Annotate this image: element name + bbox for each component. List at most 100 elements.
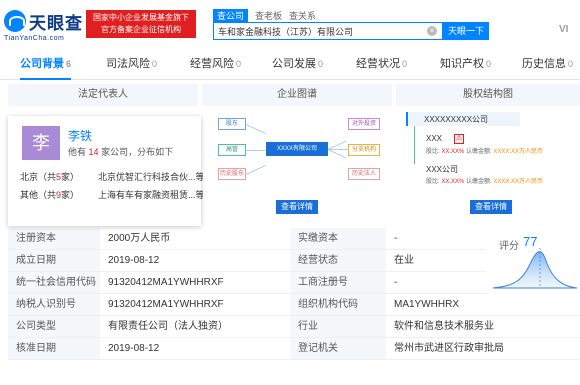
summary-suffix: 家公司，分布如下 — [101, 147, 174, 157]
map-view-detail-button[interactable]: 查看详情 — [276, 200, 318, 214]
tab-label: 公司发展 — [272, 58, 316, 70]
tab-search-company[interactable]: 查公司 — [213, 9, 249, 23]
tab-label: 经营风险 — [190, 58, 234, 70]
header: 天眼查 TianYanCha.com 国家中小企业发展基金旗下 官方备案企业征信… — [0, 0, 580, 50]
company-map-panel: 企业图谱 股东 高管 历史股东 XXXX有限公司 对外投资 分支机构 历史法人 … — [202, 84, 392, 226]
equity-panel: 股权结构图 XXXXXXXXX公司 XXX ⚠ 股比: XX.XX% 认缴金额:… — [396, 84, 580, 226]
map-node-center: XXXX有限公司 — [266, 142, 328, 156]
region-suffix: 家） — [61, 172, 80, 182]
tab-label: 知识产权 — [440, 58, 484, 70]
equity-holder-1: XXX — [426, 134, 443, 143]
label-business-status: 经营状态 — [290, 250, 386, 272]
label-taxpayer-id: 纳税人识别号 — [8, 294, 100, 316]
search-button[interactable]: 天眼一下 — [443, 22, 489, 40]
region-row-beijing: 北京（共5家） 北京优智汇行科技合伙...等 — [20, 170, 203, 183]
region-prefix: （共 — [38, 190, 57, 200]
score-distribution-curve — [492, 248, 578, 289]
tab-judicial-risk[interactable]: 司法风险 0 — [106, 50, 157, 80]
legal-rep-title: 法定代表人 — [8, 84, 198, 106]
tab-label: 经营状况 — [356, 58, 400, 70]
capital-value: XXXX.XX万人民币 — [493, 179, 544, 185]
label-industry: 行业 — [290, 316, 386, 338]
label-established-date: 成立日期 — [8, 250, 100, 272]
avatar[interactable]: 李 — [22, 126, 60, 160]
tab-search-boss[interactable]: 查老板 — [251, 9, 286, 23]
tab-count: 0 — [486, 59, 492, 69]
map-edge — [327, 149, 347, 159]
tab-company-development[interactable]: 公司发展 0 — [272, 50, 323, 80]
value-credit-code: 91320412MA1YWHHRXF — [100, 272, 290, 294]
equity-holder-1-detail: 股比: XX.XX% 认缴金额: XXXX.XX万人民币 — [426, 146, 543, 155]
value-registered-capital: 2000万人民币 — [100, 228, 290, 250]
value-established-date: 2019-08-12 — [100, 250, 290, 272]
equity-root: XXXXXXXXX公司 — [424, 115, 489, 124]
label-registration-authority: 登记机关 — [290, 338, 386, 360]
score-widget[interactable]: 评分 77 — [487, 228, 580, 294]
tab-operation-status[interactable]: 经营状况 0 — [356, 50, 407, 80]
value-industry: 软件和信息技术服务业 — [386, 316, 580, 338]
logo-text: 天眼查 — [29, 14, 83, 34]
map-edge — [245, 164, 267, 175]
ratio-label: 股比: — [426, 149, 440, 155]
equity-holder-2-detail: 股比: XX.XX% 认缴金额: XXXX.XX万人民币 — [426, 176, 543, 185]
eye-logo-icon — [4, 10, 26, 32]
company-map-title: 企业图谱 — [202, 84, 392, 106]
map-node-history-legal: 历史法人 — [348, 168, 380, 180]
tab-count: 0 — [402, 59, 408, 69]
vip-link[interactable]: VI — [559, 24, 568, 35]
value-org-code: MA1YWHHRX — [386, 294, 580, 316]
map-node-shareholder: 股东 — [218, 118, 246, 130]
tab-company-background[interactable]: 公司背景 6 — [20, 50, 72, 80]
region-company-link[interactable]: 北京优智汇行科技合伙...等 — [98, 170, 203, 183]
label-approval-date: 核准日期 — [8, 338, 100, 360]
badge-line-1: 国家中小企业发展基金旗下 — [93, 13, 189, 22]
map-node-investment: 对外投资 — [348, 118, 380, 130]
label-org-code: 组织机构代码 — [290, 294, 386, 316]
ratio-label: 股比: — [426, 179, 440, 185]
legal-rep-summary: 他有 14 家公司，分布如下 — [68, 145, 173, 158]
tab-operation-risk[interactable]: 经营风险 0 — [190, 50, 241, 80]
equity-view-detail-button[interactable]: 查看详情 — [470, 200, 512, 214]
ratio-value: XX.XX% — [441, 149, 465, 155]
badge-line-2: 官方备案企业征信机构 — [101, 25, 181, 34]
tianyancha-logo[interactable]: 天眼查 TianYanCha.com — [4, 8, 84, 44]
value-paid-capital: - — [386, 228, 486, 250]
tab-label: 历史信息 — [522, 58, 566, 70]
logo-subtext: TianYanCha.com — [4, 35, 65, 42]
equity-title: 股权结构图 — [396, 84, 580, 106]
capital-label: 认缴金额: — [466, 149, 492, 155]
ratio-value: XX.XX% — [441, 179, 465, 185]
label-credit-code: 统一社会信用代码 — [8, 272, 100, 294]
tab-label: 公司背景 — [20, 58, 64, 70]
tab-label: 司法风险 — [106, 58, 150, 70]
search-input[interactable] — [218, 25, 418, 37]
search-box: × — [213, 22, 443, 40]
label-paid-capital: 实缴资本 — [290, 228, 386, 250]
region-label: 北京 — [20, 172, 39, 182]
legal-rep-card: 李 李铁 他有 14 家公司，分布如下 北京（共5家） 北京优智汇行科技合伙...… — [8, 116, 203, 226]
region-company-link[interactable]: 上海有车有家融资租赁...等 — [98, 188, 203, 201]
tab-history-info[interactable]: 历史信息 0 — [522, 50, 573, 80]
official-badge: 国家中小企业发展基金旗下 官方备案企业征信机构 — [86, 10, 196, 38]
company-count: 14 — [88, 147, 99, 157]
map-node-history-shareholder: 历史股东 — [218, 168, 246, 180]
map-edge — [245, 124, 267, 135]
section-nav: 公司背景 6 司法风险 0 经营风险 0 公司发展 0 经营状况 0 知识产权 0 历史信息… — [0, 50, 580, 80]
region-label: 其他 — [20, 190, 39, 200]
value-company-type: 有限责任公司（法人独资） — [100, 316, 290, 338]
legal-rep-name[interactable]: 李铁 — [68, 127, 92, 144]
value-business-status: 在业 — [386, 250, 486, 272]
capital-label: 认缴金额: — [466, 179, 492, 185]
clear-icon[interactable]: × — [427, 26, 437, 36]
map-node-executive: 高管 — [218, 144, 246, 156]
region-row-other: 其他（共9家） 上海有车有家融资租赁...等 — [20, 188, 203, 201]
summary-prefix: 他有 — [68, 147, 87, 157]
tab-search-relation[interactable]: 查关系 — [285, 9, 320, 23]
tab-intellectual-property[interactable]: 知识产权 0 — [440, 50, 491, 80]
value-taxpayer-id: 91320412MA1YWHHRXF — [100, 294, 290, 316]
value-registration-authority: 常州市武进区行政审批局 — [386, 338, 580, 360]
equity-holder-2: XXX公司 — [426, 165, 459, 174]
label-registered-capital: 注册资本 — [8, 228, 100, 250]
label-company-type: 公司类型 — [8, 316, 100, 338]
map-edge — [246, 150, 266, 151]
